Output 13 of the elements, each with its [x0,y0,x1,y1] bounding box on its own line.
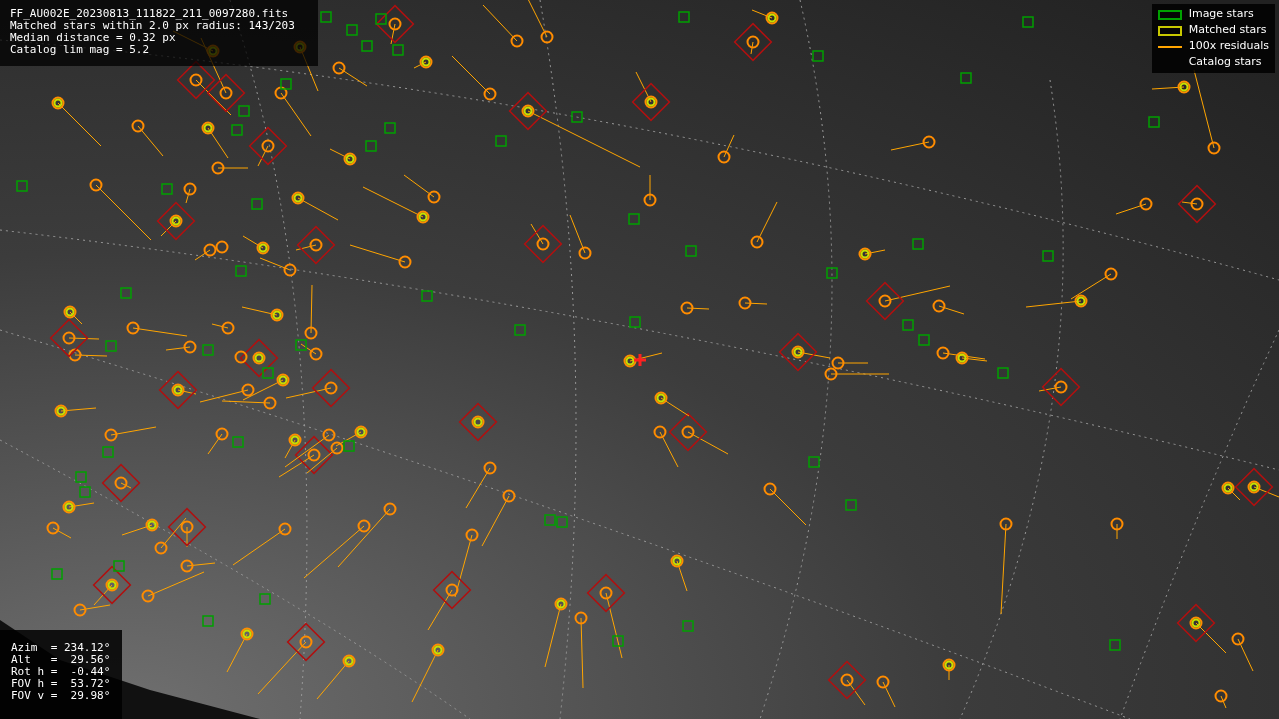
pointing-text: FOV h = 53.72° [11,678,112,690]
info-text: Median distance = 0.32 px [10,32,177,44]
pointing-text: Azim = 234.12° [11,642,112,654]
legend-label: 100x residuals [1188,38,1269,55]
info-text: Matched stars within 2.0 px radius: 143/203 [10,20,296,32]
legend-label: Matched stars [1188,22,1267,39]
legend-label: Image stars [1188,6,1254,23]
pointing-text: Alt = 29.56° [11,654,112,666]
legend-label: Catalog stars [1188,54,1262,71]
pointing-text: Rot h = -0.44° [11,666,112,678]
info-text: Catalog lim mag = 5.2 [10,44,151,56]
pointing-text: FOV v = 29.98° [11,690,112,702]
info-text: FF_AU002E_20230813_111822_211_0097280.fits [10,8,290,20]
